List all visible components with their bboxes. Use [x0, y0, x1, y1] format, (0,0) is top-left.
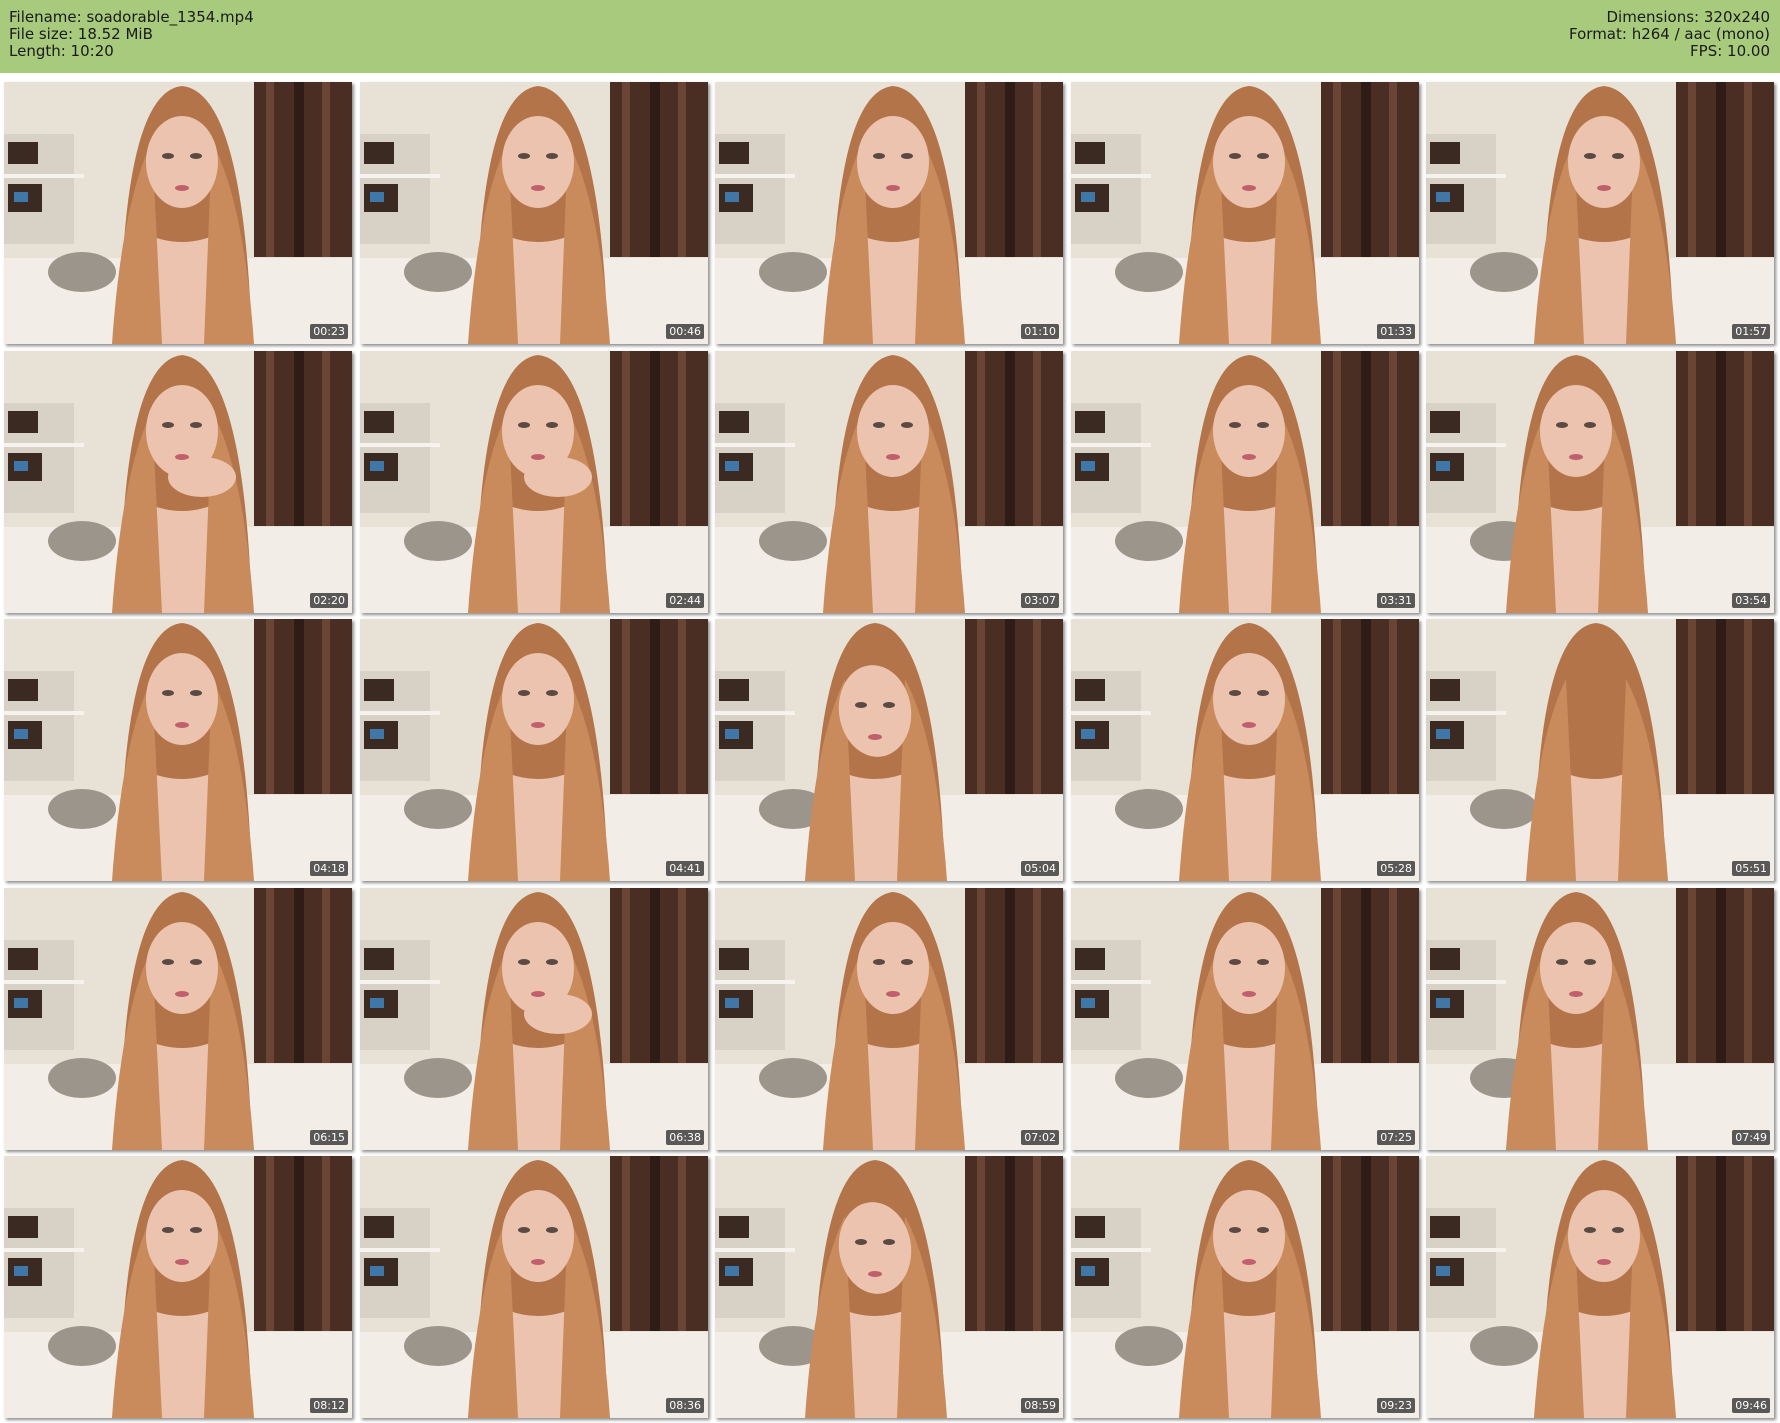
- format-text: Format: h264 / aac (mono): [1569, 25, 1770, 43]
- thumbnail-timestamp: 06:38: [666, 1130, 704, 1145]
- thumbnail-timestamp: 03:54: [1732, 593, 1770, 608]
- length-text: Length: 10:20: [9, 42, 114, 60]
- video-thumbnail: 01:57: [1426, 82, 1774, 344]
- thumbnail-frame-image: [360, 888, 708, 1150]
- fps-text: FPS: 10.00: [1690, 42, 1770, 60]
- video-thumbnail: 09:46: [1426, 1156, 1774, 1418]
- video-thumbnail: 03:31: [1071, 351, 1419, 613]
- thumbnail-frame-image: [1071, 351, 1419, 613]
- video-thumbnail: 07:02: [715, 888, 1063, 1150]
- video-thumbnail: 03:07: [715, 351, 1063, 613]
- video-thumbnail: 06:38: [360, 888, 708, 1150]
- thumbnail-timestamp: 01:10: [1021, 324, 1059, 339]
- thumbnail-frame-image: [1426, 82, 1774, 344]
- info-header: Filename: soadorable_1354.mp4 File size:…: [0, 0, 1780, 73]
- thumbnail-timestamp: 05:51: [1732, 861, 1770, 876]
- video-thumbnail: 05:28: [1071, 619, 1419, 881]
- thumbnail-timestamp: 07:49: [1732, 1130, 1770, 1145]
- thumbnail-timestamp: 02:44: [666, 593, 704, 608]
- video-thumbnail: 04:18: [4, 619, 352, 881]
- thumbnail-frame-image: [1426, 1156, 1774, 1418]
- thumbnail-frame-image: [715, 888, 1063, 1150]
- video-thumbnail: 01:33: [1071, 82, 1419, 344]
- thumbnail-timestamp: 09:46: [1732, 1398, 1770, 1413]
- thumbnail-frame-image: [1071, 888, 1419, 1150]
- thumbnail-frame-image: [4, 1156, 352, 1418]
- video-thumbnail: 08:36: [360, 1156, 708, 1418]
- thumbnail-timestamp: 04:41: [666, 861, 704, 876]
- video-thumbnail: 05:04: [715, 619, 1063, 881]
- filename-text: Filename: soadorable_1354.mp4: [9, 8, 254, 26]
- thumbnail-timestamp: 09:23: [1377, 1398, 1415, 1413]
- video-thumbnail: 06:15: [4, 888, 352, 1150]
- thumbnail-timestamp: 02:20: [310, 593, 348, 608]
- thumbnail-timestamp: 01:57: [1732, 324, 1770, 339]
- thumbnail-frame-image: [1426, 619, 1774, 881]
- thumbnail-timestamp: 03:31: [1377, 593, 1415, 608]
- thumbnail-frame-image: [1071, 1156, 1419, 1418]
- video-thumbnail: 02:20: [4, 351, 352, 613]
- thumbnail-frame-image: [360, 619, 708, 881]
- thumbnail-frame-image: [1071, 619, 1419, 881]
- video-thumbnail: 05:51: [1426, 619, 1774, 881]
- thumbnail-timestamp: 00:46: [666, 324, 704, 339]
- video-thumbnail: 04:41: [360, 619, 708, 881]
- video-thumbnail: 09:23: [1071, 1156, 1419, 1418]
- filesize-text: File size: 18.52 MiB: [9, 25, 153, 43]
- thumbnail-frame-image: [1426, 888, 1774, 1150]
- info-left: Filename: soadorable_1354.mp4 File size:…: [9, 9, 254, 60]
- thumbnail-frame-image: [360, 351, 708, 613]
- thumbnail-frame-image: [4, 619, 352, 881]
- video-thumbnail: 08:12: [4, 1156, 352, 1418]
- thumbnail-frame-image: [4, 888, 352, 1150]
- thumbnail-timestamp: 07:25: [1377, 1130, 1415, 1145]
- thumbnail-timestamp: 05:04: [1021, 861, 1059, 876]
- thumbnail-timestamp: 00:23: [310, 324, 348, 339]
- thumbnail-frame-image: [715, 351, 1063, 613]
- thumbnail-timestamp: 08:59: [1021, 1398, 1059, 1413]
- thumbnail-timestamp: 08:36: [666, 1398, 704, 1413]
- video-thumbnail: 07:49: [1426, 888, 1774, 1150]
- thumbnail-timestamp: 04:18: [310, 861, 348, 876]
- video-thumbnail: 02:44: [360, 351, 708, 613]
- thumbnail-timestamp: 07:02: [1021, 1130, 1059, 1145]
- thumbnail-frame-image: [4, 351, 352, 613]
- thumbnail-frame-image: [360, 82, 708, 344]
- thumbnail-frame-image: [4, 82, 352, 344]
- thumbnail-frame-image: [1071, 82, 1419, 344]
- thumbnail-timestamp: 03:07: [1021, 593, 1059, 608]
- thumbnail-timestamp: 05:28: [1377, 861, 1415, 876]
- video-thumbnail: 01:10: [715, 82, 1063, 344]
- dimensions-text: Dimensions: 320x240: [1606, 8, 1770, 26]
- video-thumbnail: 07:25: [1071, 888, 1419, 1150]
- thumbnail-timestamp: 08:12: [310, 1398, 348, 1413]
- thumbnail-grid: 00:23 00:46 01:10 01:33 01:57 02:20 02:4…: [4, 82, 1776, 1419]
- video-thumbnail: 08:59: [715, 1156, 1063, 1418]
- thumbnail-frame-image: [715, 1156, 1063, 1418]
- video-thumbnail: 00:46: [360, 82, 708, 344]
- thumbnail-frame-image: [360, 1156, 708, 1418]
- info-right: Dimensions: 320x240 Format: h264 / aac (…: [1569, 9, 1770, 60]
- thumbnail-timestamp: 01:33: [1377, 324, 1415, 339]
- thumbnail-frame-image: [715, 619, 1063, 881]
- thumbnail-timestamp: 06:15: [310, 1130, 348, 1145]
- video-thumbnail: 00:23: [4, 82, 352, 344]
- thumbnail-frame-image: [715, 82, 1063, 344]
- thumbnail-frame-image: [1426, 351, 1774, 613]
- video-thumbnail: 03:54: [1426, 351, 1774, 613]
